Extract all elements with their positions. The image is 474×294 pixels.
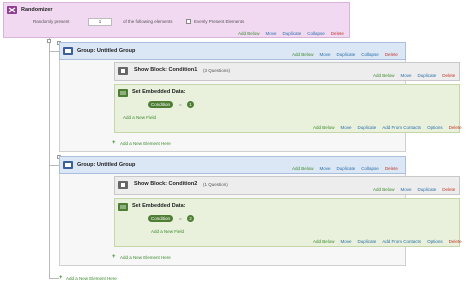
add-below-button[interactable]: Add Below — [313, 125, 335, 130]
duplicate-button[interactable]: Duplicate — [418, 187, 437, 192]
add-new-element-link[interactable]: Add a New Element Here — [66, 276, 117, 281]
add-icon: + — [59, 275, 63, 281]
flow-connector — [49, 51, 59, 52]
group-title: Group: Untitled Group — [77, 162, 136, 168]
move-button[interactable]: Move — [341, 125, 352, 130]
add-icon: + — [112, 254, 116, 260]
add-icon: + — [112, 140, 116, 146]
randomizer-title: Randomizer — [21, 7, 53, 13]
duplicate-button[interactable]: Duplicate — [337, 52, 356, 57]
collapse-button[interactable]: Collapse — [361, 166, 379, 171]
add-below-button[interactable]: Add Below — [373, 187, 395, 192]
options-button[interactable]: Options — [427, 239, 443, 244]
embedded-data-actions: Add Below Move Duplicate Add From Contac… — [313, 125, 462, 130]
move-button[interactable]: Move — [266, 31, 277, 36]
equals-sign: = — [179, 102, 182, 107]
add-below-button[interactable]: Add Below — [292, 166, 314, 171]
add-new-element-link[interactable]: Add a New Element Here — [120, 255, 171, 260]
add-from-contacts-button[interactable]: Add From Contacts — [382, 125, 421, 130]
flow-connector — [49, 278, 59, 279]
delete-button[interactable]: Delete — [442, 187, 455, 192]
duplicate-button[interactable]: Duplicate — [358, 125, 377, 130]
randomizer-actions: Add Below Move Duplicate Collapse Delete — [238, 31, 344, 36]
randomizer-block: Randomizer Randomly present 1 of the fol… — [3, 2, 350, 38]
question-count: (3 Questions) — [203, 68, 231, 73]
evenly-present-label: Evenly Present Elements — [194, 19, 245, 24]
folder-icon — [63, 161, 73, 169]
move-button[interactable]: Move — [341, 239, 352, 244]
group-actions: Add Below Move Duplicate Collapse Delete — [292, 52, 398, 57]
randomizer-count-field[interactable]: 1 — [88, 18, 112, 26]
block-icon — [118, 67, 128, 75]
flow-connector — [49, 38, 50, 278]
move-button[interactable]: Move — [320, 166, 331, 171]
group-header: Group: Untitled Group Add Below Move Dup… — [59, 156, 406, 174]
embedded-data-actions: Add Below Move Duplicate Add From Contac… — [313, 239, 462, 244]
show-block: Show Block: Condition2 (1 Question) Add … — [114, 176, 460, 195]
duplicate-button[interactable]: Duplicate — [358, 239, 377, 244]
show-block-actions: Add Below Move Duplicate Delete — [373, 187, 455, 192]
move-button[interactable]: Move — [401, 187, 412, 192]
data-icon — [118, 89, 128, 97]
randomizer-present-label: Randomly present — [33, 19, 70, 24]
embedded-data-block: Set Embedded Data: Condition = 1 Add a N… — [114, 84, 462, 133]
duplicate-button[interactable]: Duplicate — [337, 166, 356, 171]
embedded-data-title: Set Embedded Data: — [132, 89, 186, 95]
add-below-button[interactable]: Add Below — [238, 31, 260, 36]
collapse-button[interactable]: Collapse — [361, 52, 379, 57]
field-value-pill[interactable]: 2 — [187, 215, 194, 222]
embedded-data-block: Set Embedded Data: Condition = 2 Add a N… — [114, 198, 462, 247]
add-below-button[interactable]: Add Below — [373, 73, 395, 78]
add-below-button[interactable]: Add Below — [292, 52, 314, 57]
group-header: Group: Untitled Group Add Below Move Dup… — [59, 42, 406, 60]
delete-button[interactable]: Delete — [449, 125, 462, 130]
duplicate-button[interactable]: Duplicate — [283, 31, 302, 36]
show-block: Show Block: Condition1 (3 Questions) Add… — [114, 62, 460, 81]
folder-icon — [63, 47, 73, 55]
add-new-field-link[interactable]: Add a New Field — [123, 115, 156, 120]
evenly-present-checkbox[interactable] — [186, 19, 191, 24]
add-below-button[interactable]: Add Below — [313, 239, 335, 244]
collapse-handle[interactable] — [47, 39, 51, 43]
field-value-pill[interactable]: 1 — [187, 101, 194, 108]
embedded-data-title: Set Embedded Data: — [132, 203, 186, 209]
delete-button[interactable]: Delete — [442, 73, 455, 78]
group-title: Group: Untitled Group — [77, 48, 136, 54]
show-block-actions: Add Below Move Duplicate Delete — [373, 73, 455, 78]
duplicate-button[interactable]: Duplicate — [418, 73, 437, 78]
show-block-title: Show Block: Condition1 — [134, 67, 198, 73]
equals-sign: = — [179, 216, 182, 221]
block-icon — [118, 181, 128, 189]
add-new-field-link[interactable]: Add a New Field — [151, 229, 184, 234]
randomizer-of-label: of the following elements — [123, 19, 173, 24]
options-button[interactable]: Options — [427, 125, 443, 130]
shuffle-icon — [7, 6, 17, 14]
show-block-title: Show Block: Condition2 — [134, 181, 198, 187]
move-button[interactable]: Move — [320, 52, 331, 57]
move-button[interactable]: Move — [401, 73, 412, 78]
collapse-button[interactable]: Collapse — [307, 31, 325, 36]
delete-button[interactable]: Delete — [331, 31, 344, 36]
question-count: (1 Question) — [203, 182, 228, 187]
field-name-pill[interactable]: Condition — [148, 215, 174, 222]
data-icon — [118, 203, 128, 211]
flow-connector — [49, 165, 59, 166]
field-name-pill[interactable]: Condition — [148, 101, 174, 108]
delete-button[interactable]: Delete — [449, 239, 462, 244]
delete-button[interactable]: Delete — [385, 52, 398, 57]
add-new-element-link[interactable]: Add a New Element Here — [120, 141, 171, 146]
add-from-contacts-button[interactable]: Add From Contacts — [382, 239, 421, 244]
group-actions: Add Below Move Duplicate Collapse Delete — [292, 166, 398, 171]
delete-button[interactable]: Delete — [385, 166, 398, 171]
